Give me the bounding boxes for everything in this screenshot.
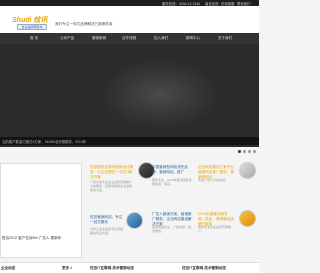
card-thumbnail[interactable]: [126, 212, 143, 229]
nav-item-about[interactable]: 关于我们: [211, 33, 239, 44]
section-title-tech-news: 炫迅IT互联网-技术营销动态: [90, 266, 134, 270]
card-desc: 专业广告人方案提供。: [198, 178, 229, 182]
card-desc: 提供网站建设、广告投放一站式服务。: [152, 225, 192, 233]
feedback-link[interactable]: 留言反馈: [205, 1, 219, 6]
service-hotline: 服务热线：4006-13-1346: [162, 1, 201, 6]
bottom-section-headers: 企业动态 更多 > 炫迅IT互联网-技术营销动态 炫迅IT互联网-技术营销动态: [0, 262, 259, 273]
nav-item-join[interactable]: 加入我们: [147, 33, 175, 44]
card-title[interactable]: 炫迅营销网站，专注一站式服务: [90, 215, 124, 225]
news-headline[interactable]: 售后2012 客户告诉Bei 广告人 更新年: [2, 236, 61, 241]
card-thumbnail[interactable]: [239, 162, 256, 179]
banner-pagination: [238, 150, 259, 154]
nav-item-home[interactable]: 首 页: [21, 33, 47, 44]
contact-link[interactable]: 联系我们: [237, 1, 251, 6]
site-tagline: 我们专注一体式品牌解决方案服务商: [55, 22, 113, 26]
banner-caption: 当前客户数量已超过4万家，24/365全天候服务，2014年: [2, 139, 87, 144]
card-column: 中国营销型网站领先品牌，营销网站，推广 服务专业，2014年度中国最佳服务商；荣…: [150, 160, 200, 260]
hero-banner[interactable]: 当前客户数量已超过4万家，24/365全天候服务，2014年: [0, 44, 259, 147]
card-thumbnail[interactable]: [239, 210, 256, 227]
banner-dot[interactable]: [248, 150, 251, 153]
main-nav: 首 页 公司产品 营销案例 合作流程 加入我们 新闻中心 关于我们: [0, 33, 259, 44]
card-desc: 服务专业，2014年度中国最佳服务商；荣获。: [152, 178, 192, 186]
logo-subtitle: 企业品牌服务商: [17, 24, 47, 30]
more-link[interactable]: 更多 >: [62, 266, 72, 271]
news-panel: 售后2012 客户告诉Bei 广告人 更新年: [0, 163, 82, 258]
card-title[interactable]: 炫迅提供互联网营销设计服务，为企业提供“一站式”解决方案: [90, 165, 134, 179]
card-desc: 广告文案专业企业品牌营销推广方案服务，完整地提供企业品牌解决方案。: [90, 180, 133, 192]
banner-dot[interactable]: [238, 150, 241, 153]
site-header: Shudi 炫讯 企业品牌服务商 我们专注一体式品牌解决方案服务商: [0, 6, 259, 33]
section-title-marketing-news: 炫迅IT互联网-技术营销动态: [182, 266, 226, 270]
site-logo[interactable]: Shudi 炫讯 企业品牌服务商: [12, 15, 49, 30]
nav-item-process[interactable]: 合作流程: [115, 33, 143, 44]
section-title-company-news: 企业动态: [1, 266, 16, 270]
online-service-link[interactable]: 在线客服: [221, 1, 235, 6]
card-desc: 为中小企业提供专业营销网站建设方案。: [90, 227, 124, 235]
banner-caption-bar: 当前客户数量已超过4万家，24/365全天候服务，2014年: [0, 137, 259, 145]
card-column: 企业网站建设方案专业营销网站推广服务，营销型网站 专业广告人方案提供。 2014…: [196, 160, 259, 260]
nav-item-news[interactable]: 新闻中心: [179, 33, 207, 44]
card-desc: 服务专业企业品牌营销推广。: [198, 225, 232, 233]
banner-dot[interactable]: [243, 150, 246, 153]
nav-item-cases[interactable]: 营销案例: [85, 33, 113, 44]
banner-dot[interactable]: [253, 150, 256, 153]
banner-image: [100, 59, 220, 129]
nav-item-products[interactable]: 公司产品: [53, 33, 81, 44]
card-title[interactable]: 中国营销型网站领先品牌，营销网站，推广: [152, 165, 192, 175]
